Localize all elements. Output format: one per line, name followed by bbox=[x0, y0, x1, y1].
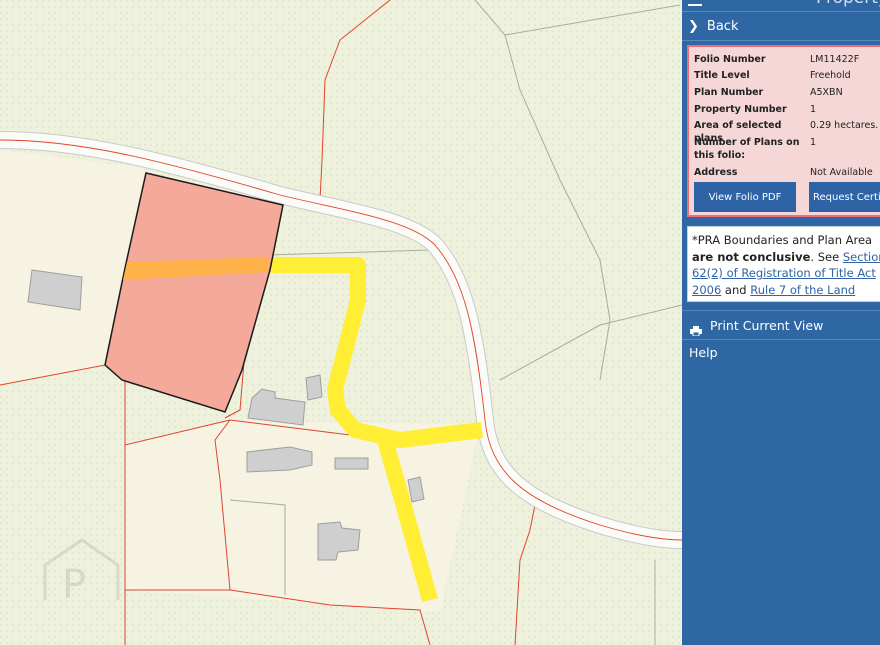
svg-text:P: P bbox=[62, 562, 86, 608]
building bbox=[334, 457, 369, 470]
chevron-right-icon: ❯ bbox=[688, 18, 699, 34]
notice-bold-2: conclusive bbox=[742, 249, 811, 264]
detail-value: 1 bbox=[810, 104, 817, 115]
detail-key: Property Number bbox=[694, 104, 787, 115]
request-certificate-button[interactable]: Request Certificate bbox=[809, 182, 880, 212]
printer-icon bbox=[690, 321, 702, 336]
detail-key: Address bbox=[694, 167, 738, 178]
detail-value: 0.29 hectares. bbox=[810, 120, 879, 131]
print-current-view-button[interactable]: Print Current View bbox=[682, 310, 880, 340]
map-view[interactable]: P bbox=[0, 0, 682, 645]
detail-row: Property Number 1 bbox=[694, 103, 816, 116]
detail-value: LM11422F bbox=[810, 54, 860, 65]
folio-details-card: Folio Number LM11422F Title Level Freeho… bbox=[687, 45, 880, 217]
detail-row: Number of Plans on this folio: 1 bbox=[694, 136, 816, 162]
disclaimer-notice: *PRA Boundaries and Plan Area are not co… bbox=[687, 226, 880, 302]
map-canvas[interactable]: P bbox=[0, 0, 682, 645]
detail-row: Folio Number LM11422F bbox=[694, 53, 859, 66]
notice-mid: . See bbox=[810, 249, 843, 264]
detail-row: Title Level Freehold bbox=[694, 69, 851, 82]
building bbox=[305, 374, 323, 401]
help-link[interactable]: Help bbox=[689, 345, 718, 360]
detail-value: 1 bbox=[810, 137, 817, 148]
panel-title: Property bbox=[816, 0, 880, 8]
notice-bold-1: are not bbox=[692, 249, 739, 264]
notice-prefix: *PRA Boundaries and Plan Area bbox=[692, 233, 873, 247]
print-label: Print Current View bbox=[710, 317, 824, 333]
view-folio-pdf-button[interactable]: View Folio PDF bbox=[694, 182, 796, 212]
panel-header: Property bbox=[682, 0, 880, 10]
detail-value: A5XBN bbox=[810, 87, 843, 98]
detail-key: Plan Number bbox=[694, 87, 764, 98]
back-button[interactable]: ❯ Back bbox=[682, 11, 880, 41]
detail-value: Not Available bbox=[810, 167, 873, 178]
menu-icon[interactable] bbox=[688, 0, 702, 6]
detail-key: Folio Number bbox=[694, 54, 766, 65]
detail-key: Number of Plans on this folio: bbox=[694, 137, 800, 161]
side-panel: Property ❯ Back Folio Number LM11422F Ti… bbox=[682, 0, 880, 645]
detail-value: Freehold bbox=[810, 70, 851, 81]
detail-key: Title Level bbox=[694, 70, 750, 81]
notice-and: and bbox=[721, 282, 751, 297]
detail-row: Address Not Available bbox=[694, 166, 873, 179]
detail-row: Plan Number A5XBN bbox=[694, 86, 843, 99]
back-label: Back bbox=[706, 18, 739, 34]
